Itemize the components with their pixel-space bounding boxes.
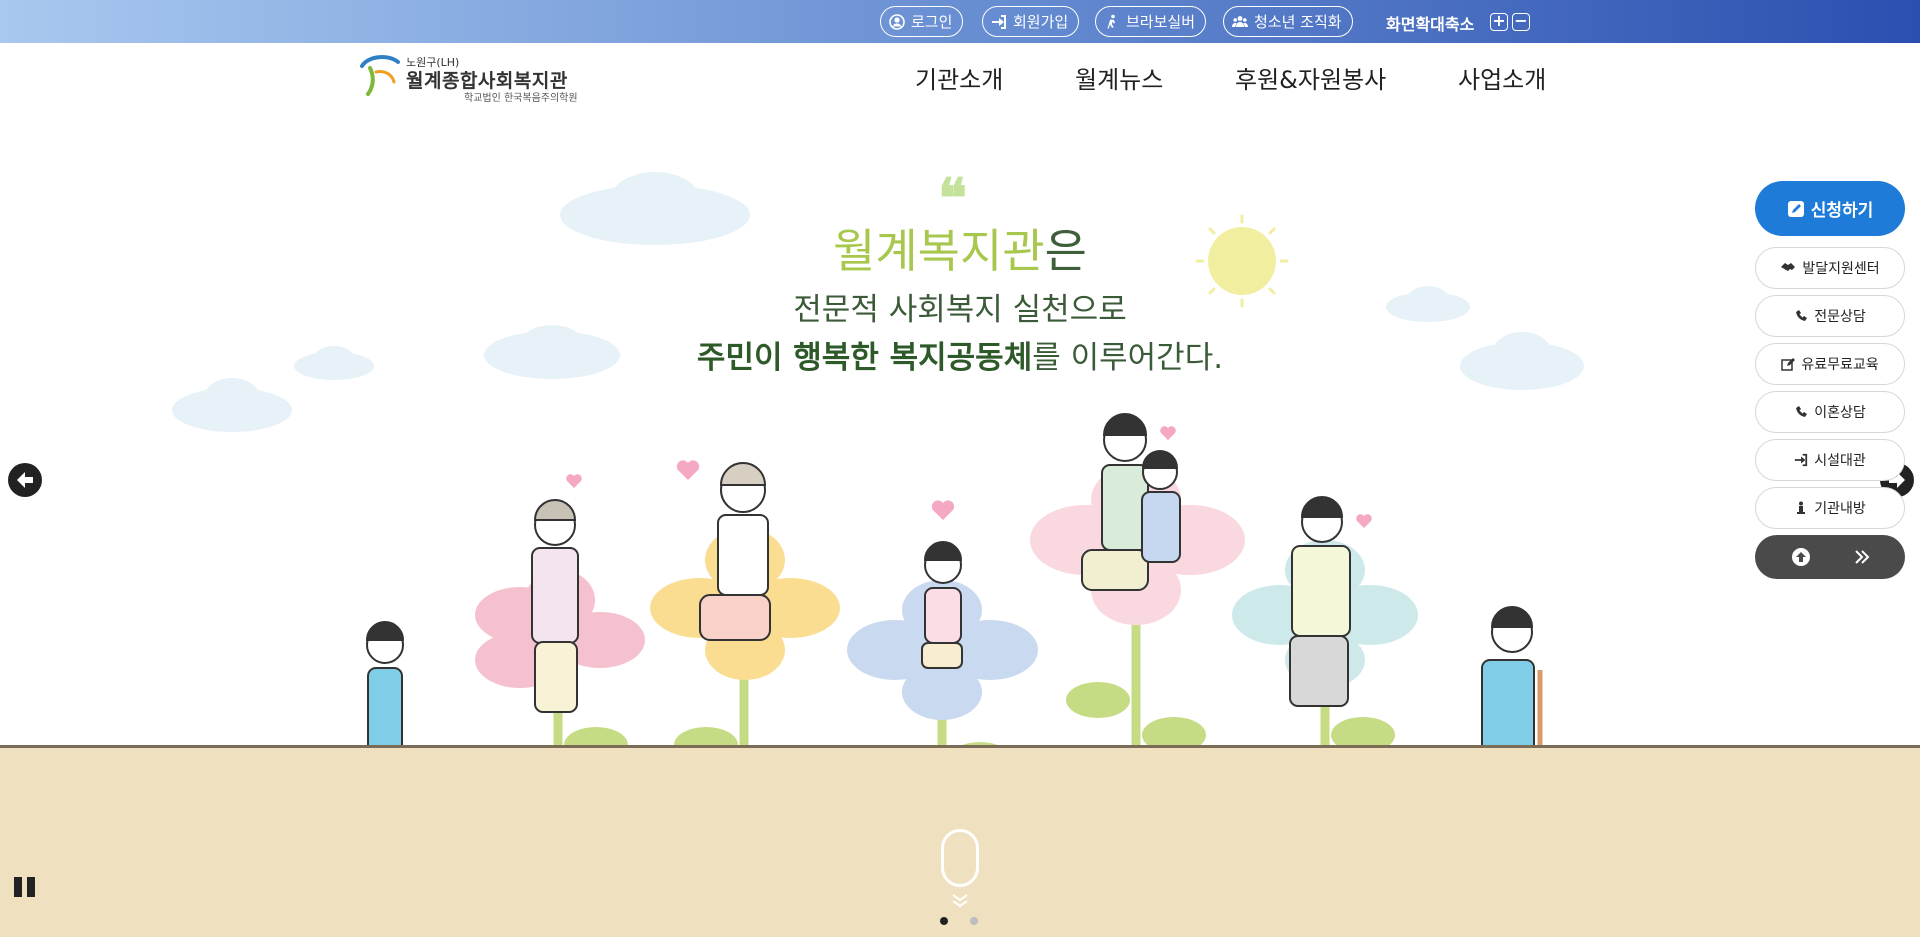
quick-counseling-label: 전문상담 xyxy=(1814,309,1866,325)
site-logo[interactable]: 노원구(LH) 월계종합사회복지관 학교법인 한국복음주의학원 xyxy=(358,52,588,104)
group-icon xyxy=(1232,15,1248,27)
quick-education[interactable]: 유료무료교육 xyxy=(1755,343,1905,385)
login-link[interactable]: 로그인 xyxy=(880,6,964,37)
apply-button[interactable]: 신청하기 xyxy=(1755,181,1905,236)
quick-development-center-label: 발달지원센터 xyxy=(1802,261,1880,277)
top-utility-bar: 로그인 회원가입 브라보실버 청소년 조직화 화면확대축소 + − xyxy=(0,0,1920,43)
walking-person-icon xyxy=(1107,14,1115,29)
hearts xyxy=(566,426,1372,528)
bravo-silver-link[interactable]: 브라보실버 xyxy=(1095,6,1207,37)
scroll-top-icon[interactable] xyxy=(1791,547,1811,567)
bravo-silver-label: 브라보실버 xyxy=(1126,12,1196,31)
hero-line-3-rest: 를 이루어간다. xyxy=(1032,340,1224,376)
quick-divorce-counseling-label: 이혼상담 xyxy=(1814,405,1866,421)
phone-icon xyxy=(1796,406,1808,417)
zoom-out-button[interactable]: − xyxy=(1512,13,1530,31)
youth-org-link[interactable]: 청소년 조직화 xyxy=(1223,6,1353,37)
nav-business[interactable]: 사업소개 xyxy=(1458,60,1546,95)
hero-line-3-bold: 주민이 행복한 복지공동체 xyxy=(696,340,1033,376)
youth-org-label: 청소년 조직화 xyxy=(1254,12,1342,31)
signup-label: 회원가입 xyxy=(1013,12,1069,31)
quote-mark: ❝ xyxy=(938,166,968,230)
logo-mark-icon xyxy=(360,55,400,96)
hero-line-2: 전문적 사회복지 실천으로 xyxy=(793,292,1127,328)
hero-line-3: 주민이 행복한 복지공동체를 이루어간다. xyxy=(0,332,1920,377)
page: 로그인 회원가입 브라보실버 청소년 조직화 화면확대축소 + − 노원구(LH… xyxy=(0,0,1920,937)
quick-development-center[interactable]: 발달지원센터 xyxy=(1755,247,1905,289)
signup-link[interactable]: 회원가입 xyxy=(982,6,1080,37)
quick-menu-controls xyxy=(1755,535,1905,579)
quick-visit[interactable]: 기관내방 xyxy=(1755,487,1905,529)
quick-counseling[interactable]: 전문상담 xyxy=(1755,295,1905,337)
apply-label: 신청하기 xyxy=(1810,201,1874,221)
nav-support-volunteer[interactable]: 후원&자원봉사 xyxy=(1235,60,1386,95)
user-circle-icon xyxy=(889,13,905,30)
handshake-icon xyxy=(1781,263,1796,271)
pause-icon[interactable] xyxy=(12,874,38,900)
login-label: 로그인 xyxy=(911,12,953,31)
phone-volume-icon xyxy=(1796,310,1808,321)
quick-facility-rental[interactable]: 시설대관 xyxy=(1755,439,1905,481)
edit-icon xyxy=(1781,358,1796,371)
quick-facility-rental-label: 시설대관 xyxy=(1814,453,1866,469)
nav-news[interactable]: 월계뉴스 xyxy=(1075,60,1163,95)
hero-title: 월계복지관은 xyxy=(0,215,1920,281)
slide-dot-1[interactable] xyxy=(940,917,948,925)
sign-in-icon xyxy=(1795,453,1808,467)
quick-education-label: 유료무료교육 xyxy=(1801,357,1879,373)
edit-square-icon xyxy=(1787,200,1804,217)
zoom-label: 화면확대축소 xyxy=(1386,15,1475,34)
walk-icon xyxy=(1797,501,1806,514)
quick-visit-label: 기관내방 xyxy=(1814,501,1866,517)
double-chevron-right-icon[interactable] xyxy=(1853,548,1871,566)
sign-in-icon xyxy=(992,14,1006,29)
zoom-in-button[interactable]: + xyxy=(1490,13,1508,31)
hero-title-highlight: 월계복지관 xyxy=(833,224,1045,278)
quick-divorce-counseling[interactable]: 이혼상담 xyxy=(1755,391,1905,433)
nav-about[interactable]: 기관소개 xyxy=(915,60,1003,95)
scroll-mouse-icon xyxy=(941,829,979,887)
slide-dot-2[interactable] xyxy=(970,917,978,925)
chevron-down-icon xyxy=(952,894,968,908)
arrow-left-icon xyxy=(17,472,33,488)
prev-slide-button[interactable] xyxy=(8,463,42,497)
hero-title-rest: 은 xyxy=(1044,224,1087,278)
